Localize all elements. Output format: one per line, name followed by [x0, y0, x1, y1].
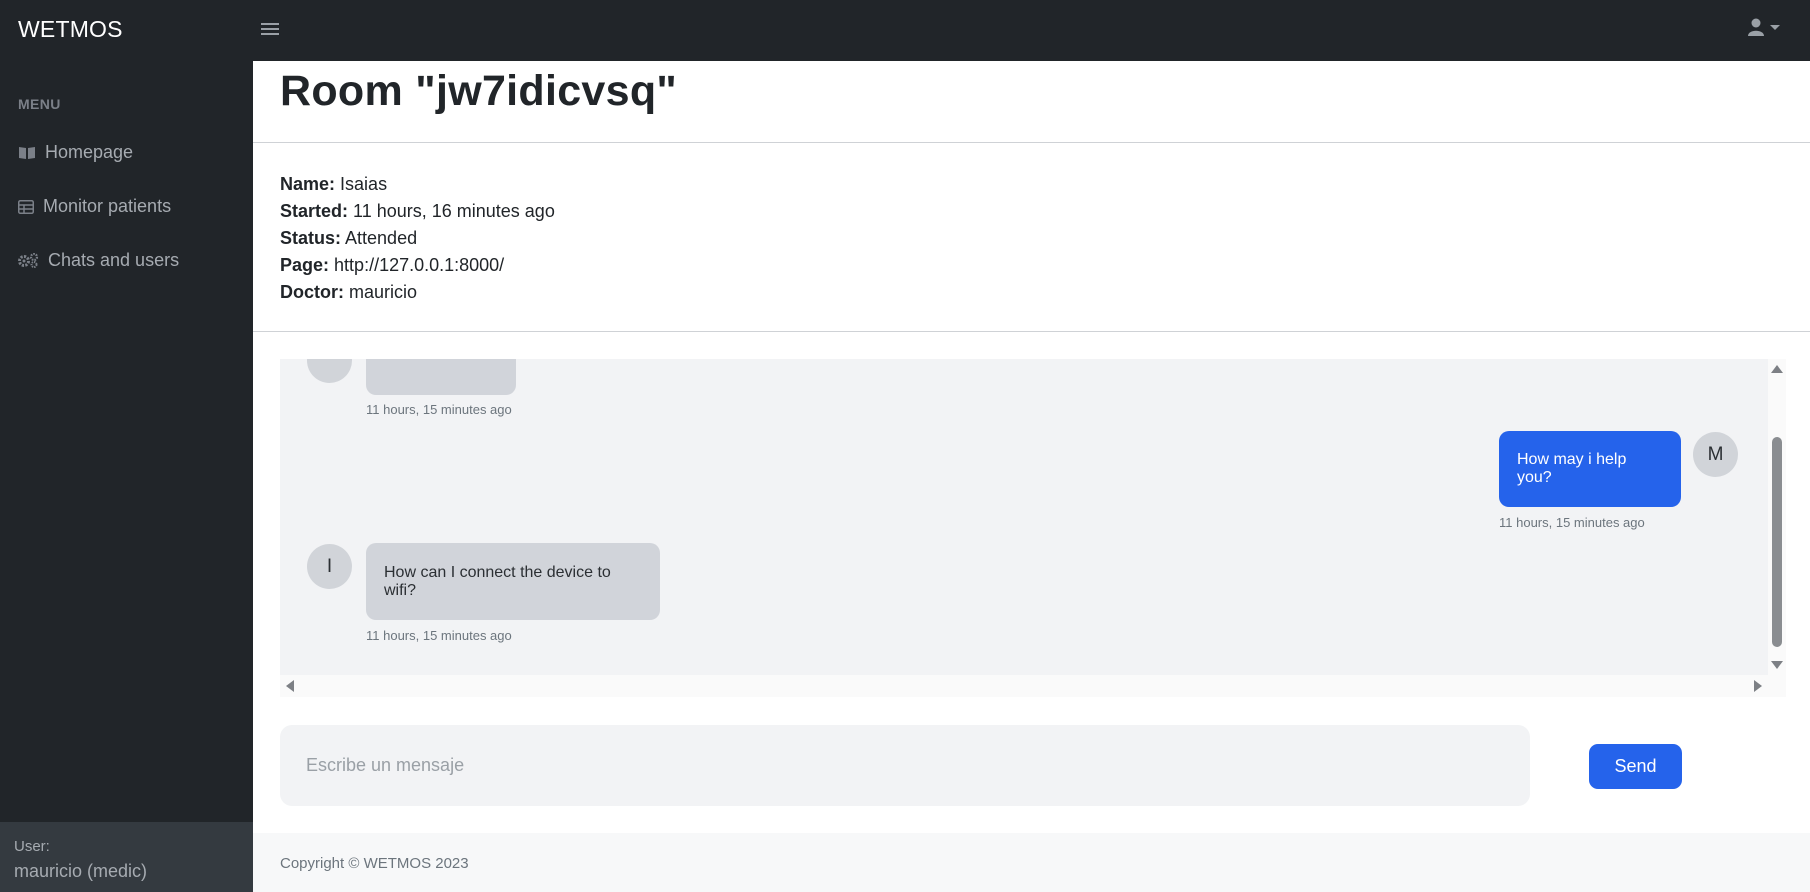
avatar — [307, 359, 352, 383]
user-icon — [1748, 18, 1764, 36]
info-row-doctor: Doctor: mauricio — [280, 282, 418, 302]
table-icon — [18, 199, 34, 214]
message-input[interactable] — [280, 725, 1530, 806]
sidebar-item-label: Monitor patients — [43, 196, 172, 216]
divider — [253, 331, 1810, 332]
info-row-started: Started: 11 hours, 16 minutes ago — [280, 201, 555, 221]
sidebar-item-chats-and-users[interactable]: Chats and users — [18, 250, 179, 271]
user-menu[interactable] — [1748, 18, 1780, 36]
hamburger-icon[interactable] — [261, 20, 279, 38]
vertical-scrollbar[interactable] — [1768, 359, 1786, 675]
scroll-left-icon[interactable] — [286, 680, 294, 692]
sidebar-item-monitor-patients[interactable]: Monitor patients — [18, 196, 171, 217]
page-footer: Copyright © WETMOS 2023 — [253, 833, 1810, 892]
chat-box: 11 hours, 15 minutes ago How may i help … — [280, 359, 1786, 697]
info-row-name: Name: Isaias — [280, 174, 388, 194]
chevron-down-icon — [1770, 24, 1780, 30]
horizontal-scrollbar[interactable] — [280, 675, 1768, 697]
copyright-text: Copyright © WETMOS 2023 — [280, 855, 469, 872]
message-time: 11 hours, 15 minutes ago — [366, 402, 512, 417]
user-name: mauricio (medic) — [14, 861, 148, 881]
menu-heading: MENU — [18, 96, 61, 112]
room-info: Name: Isaias Started: 11 hours, 16 minut… — [280, 171, 555, 306]
user-label: User: — [14, 838, 50, 855]
scrollbar-thumb[interactable] — [1772, 437, 1782, 647]
message-bubble: How can I connect the device to wifi? — [366, 543, 660, 620]
sidebar-item-label: Homepage — [45, 142, 134, 162]
sidebar-item-homepage[interactable]: Homepage — [18, 142, 133, 163]
sidebar: MENU Homepage Monitor patients Chats and… — [0, 61, 253, 892]
info-row-page: Page: http://127.0.0.1:8000/ — [280, 255, 505, 275]
chat-messages[interactable]: 11 hours, 15 minutes ago How may i help … — [280, 359, 1768, 675]
gears-icon — [18, 253, 39, 268]
top-navbar: WETMOS — [0, 0, 1810, 61]
brand-logo[interactable]: WETMOS — [18, 16, 123, 43]
avatar: M — [1693, 432, 1738, 477]
message-time: 11 hours, 15 minutes ago — [1499, 515, 1645, 530]
send-button[interactable]: Send — [1589, 744, 1682, 789]
book-open-icon — [18, 146, 36, 160]
scroll-down-icon[interactable] — [1771, 661, 1783, 669]
message-bubble — [366, 359, 516, 395]
divider — [253, 142, 1810, 143]
info-row-status: Status: Attended — [280, 228, 418, 248]
page-title: Room "jw7idicvsq" — [280, 67, 678, 115]
sidebar-item-label: Chats and users — [48, 250, 180, 270]
message-bubble: How may i help you? — [1499, 431, 1681, 507]
scroll-right-icon[interactable] — [1754, 680, 1762, 692]
message-time: 11 hours, 15 minutes ago — [366, 628, 512, 643]
scroll-up-icon[interactable] — [1771, 365, 1783, 373]
sidebar-user-info: User: mauricio (medic) — [0, 822, 253, 892]
main-content: Room "jw7idicvsq" Name: Isaias Started: … — [253, 61, 1810, 892]
avatar: I — [307, 544, 352, 589]
